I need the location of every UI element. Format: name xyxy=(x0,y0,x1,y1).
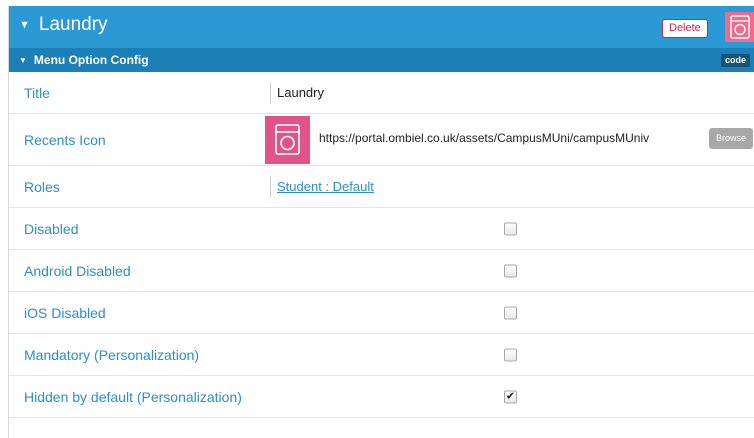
browse-button[interactable]: Browse xyxy=(709,128,753,149)
washing-machine-icon[interactable] xyxy=(725,12,754,42)
ios-disabled-checkbox[interactable] xyxy=(504,306,517,319)
section-collapse-toggle[interactable]: ▼ Menu Option Config xyxy=(19,53,149,67)
field-row-ios-disabled: iOS Disabled xyxy=(9,292,754,334)
field-row-mandatory: Mandatory (Personalization) xyxy=(9,334,754,376)
disabled-checkbox[interactable] xyxy=(504,222,517,235)
field-label: Recents Icon xyxy=(24,131,106,148)
config-form: Title Laundry Recents Icon https://porta… xyxy=(9,72,754,418)
title-input[interactable]: Laundry xyxy=(270,81,324,104)
android-disabled-checkbox[interactable] xyxy=(504,264,517,277)
field-row-title: Title Laundry xyxy=(9,72,754,114)
code-button[interactable]: code xyxy=(721,54,751,67)
collapse-toggle[interactable]: ▼ Laundry xyxy=(19,14,108,36)
caret-down-icon: ▼ xyxy=(19,55,27,65)
field-label: Hidden by default (Personalization) xyxy=(24,388,242,405)
washing-machine-icon xyxy=(275,124,300,155)
field-label: Android Disabled xyxy=(24,262,131,279)
field-label: iOS Disabled xyxy=(24,304,106,321)
field-row-recents-icon: Recents Icon https://portal.ombiel.co.uk… xyxy=(9,114,754,166)
panel-header: ▼ Laundry Delete xyxy=(9,6,754,48)
panel-title: Laundry xyxy=(38,14,108,35)
field-label: Title xyxy=(24,84,50,101)
field-label: Mandatory (Personalization) xyxy=(24,346,200,363)
hidden-by-default-checkbox[interactable]: ✔ xyxy=(504,390,517,403)
caret-down-icon: ▼ xyxy=(19,19,30,31)
icon-url-input[interactable]: https://portal.ombiel.co.uk/assets/Campu… xyxy=(319,131,709,145)
field-label: Disabled xyxy=(24,220,79,237)
delete-button[interactable]: Delete xyxy=(662,19,708,38)
field-row-roles: Roles Student : Default xyxy=(9,166,754,208)
field-label: Roles xyxy=(24,178,60,195)
field-row-disabled: Disabled xyxy=(9,208,754,250)
menu-option-panel: ▼ Laundry Delete ▼ Menu Option Config co… xyxy=(8,6,754,438)
section-title: Menu Option Config xyxy=(33,53,149,67)
field-row-android-disabled: Android Disabled xyxy=(9,250,754,292)
checkmark-icon: ✔ xyxy=(505,390,516,402)
section-header-menu-option-config: ▼ Menu Option Config code xyxy=(9,48,754,72)
roles-link[interactable]: Student : Default xyxy=(277,179,374,194)
field-row-hidden-by-default: Hidden by default (Personalization) ✔ xyxy=(9,376,754,418)
mandatory-checkbox[interactable] xyxy=(504,348,517,361)
recents-icon-preview[interactable] xyxy=(265,116,310,164)
roles-value: Student : Default xyxy=(270,175,374,198)
